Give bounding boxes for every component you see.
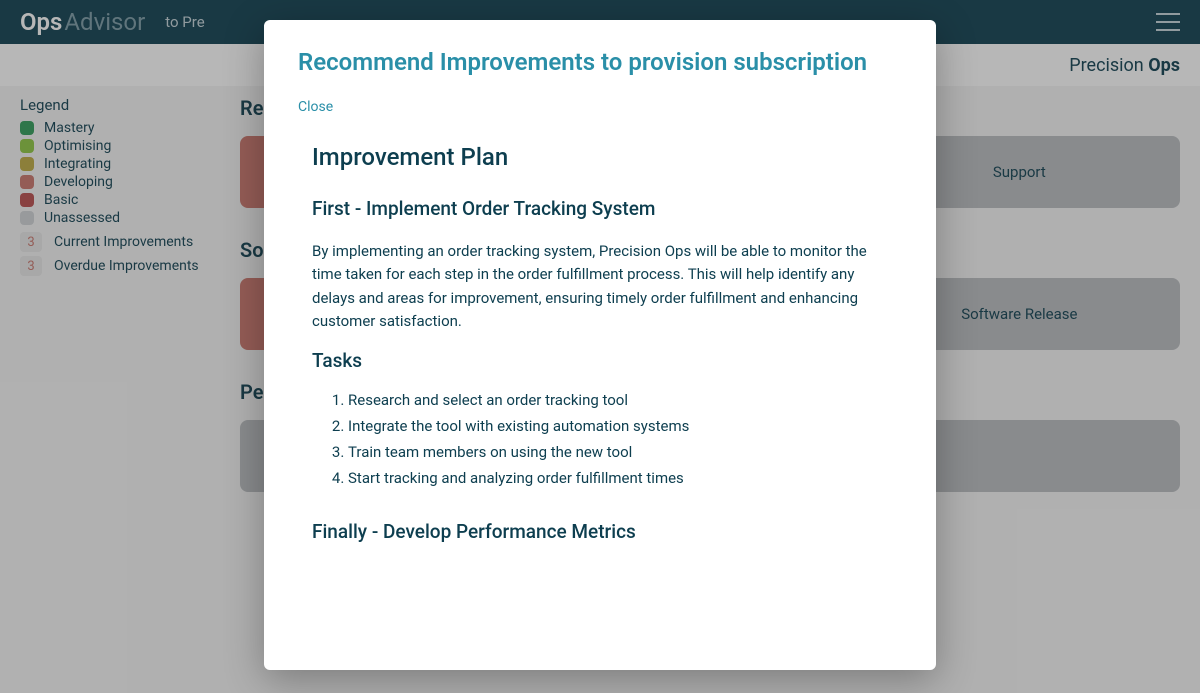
tasks-heading: Tasks [312,349,888,372]
modal-overlay[interactable]: Recommend Improvements to provision subs… [0,0,1200,693]
first-step-heading: First - Implement Order Tracking System [312,197,888,220]
plan-heading: Improvement Plan [312,143,888,171]
finally-heading: Finally - Develop Performance Metrics [312,520,888,543]
improvement-modal: Recommend Improvements to provision subs… [264,20,936,670]
task-item: Train team members on using the new tool [348,440,888,464]
close-button[interactable]: Close [298,99,333,115]
task-item: Research and select an order tracking to… [348,388,888,412]
tasks-list: Research and select an order tracking to… [312,388,888,490]
task-item: Integrate the tool with existing automat… [348,414,888,438]
first-step-body: By implementing an order tracking system… [312,240,888,333]
modal-body: Improvement Plan First - Implement Order… [298,143,902,563]
modal-title: Recommend Improvements to provision subs… [298,48,902,76]
task-item: Start tracking and analyzing order fulfi… [348,466,888,490]
